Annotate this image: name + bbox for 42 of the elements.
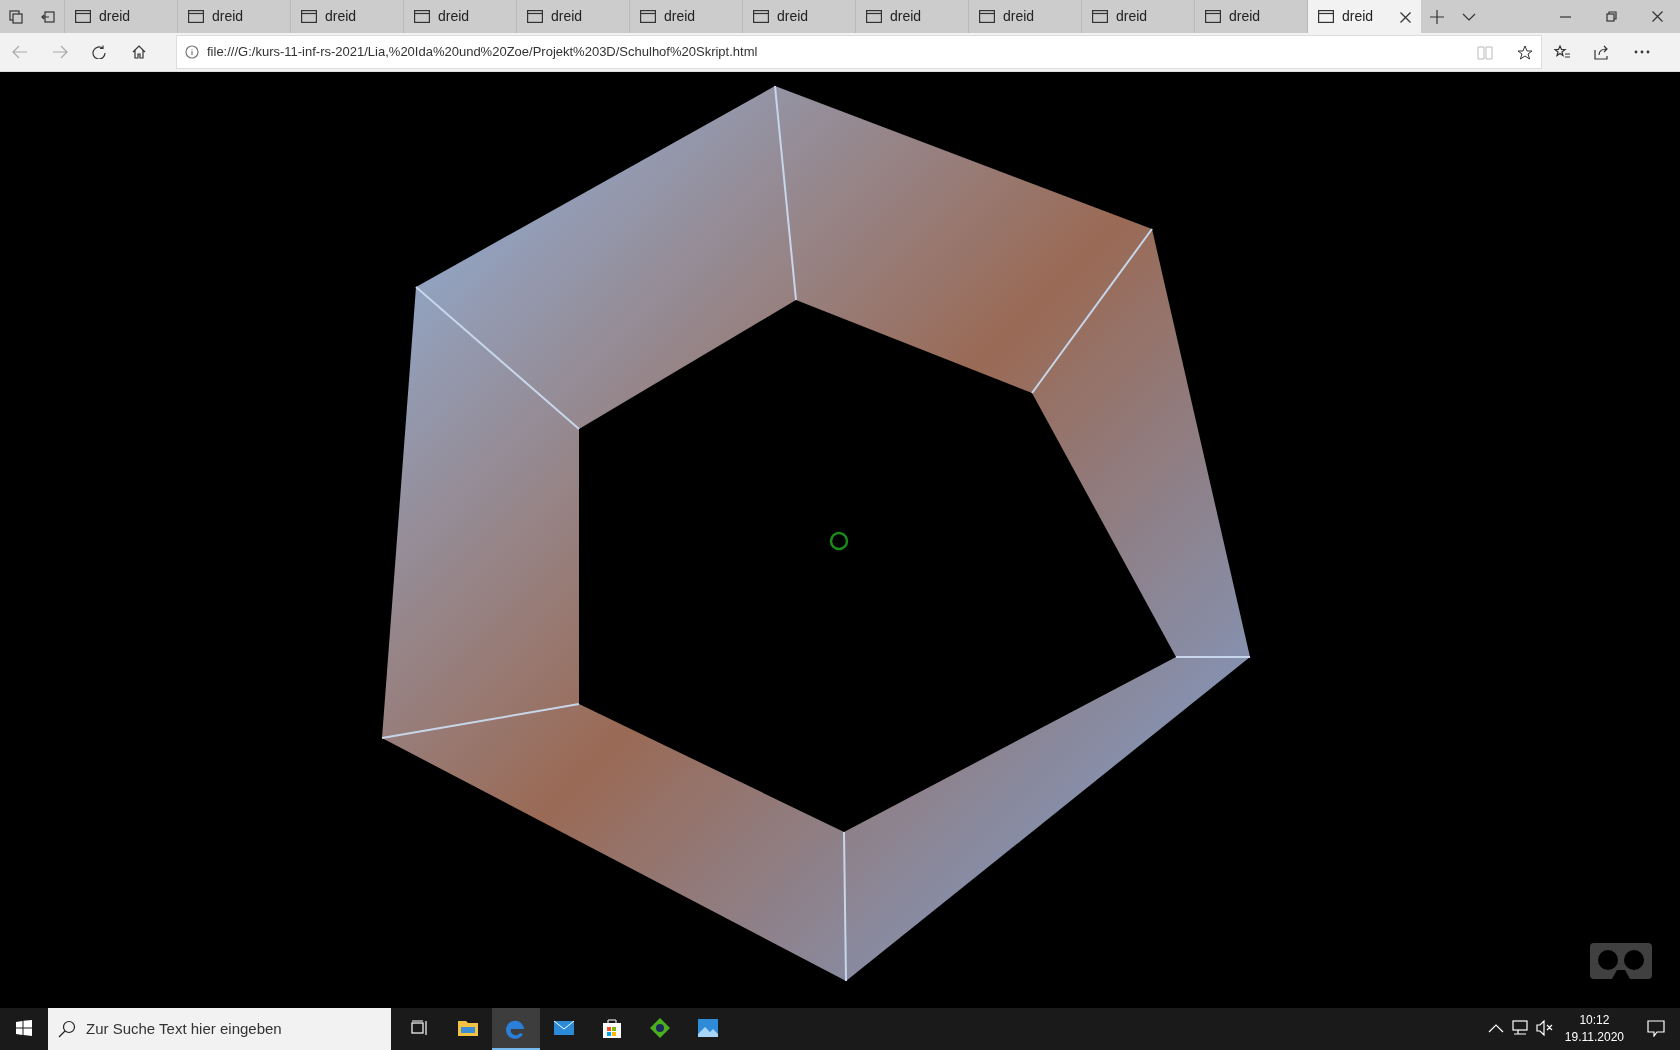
clock-time[interactable]: 10:12 xyxy=(1564,1012,1624,1029)
landscape-picture-icon xyxy=(697,1017,719,1039)
page-icon xyxy=(753,10,769,23)
page-icon xyxy=(866,10,882,23)
tabs-aside-icon xyxy=(41,10,55,23)
browser-tab[interactable]: dreid xyxy=(1307,0,1421,33)
plus-icon xyxy=(1430,9,1444,24)
page-icon xyxy=(979,10,995,23)
diamond-globe-icon xyxy=(649,1017,671,1039)
arrow-left-icon xyxy=(12,45,28,59)
star-list-icon xyxy=(1553,44,1571,60)
page-icon xyxy=(640,10,656,23)
crosshair-ring-icon xyxy=(829,531,849,551)
speech-bubble-icon xyxy=(1647,1019,1665,1037)
address-field[interactable]: file:///G:/kurs-11-inf-rs-2021/Lia,%20Ida%20und%20Zoe/Projekt%203D/Schulhof%20Skript.html xyxy=(176,35,1542,69)
clock-date[interactable]: 19.11.2020 xyxy=(1564,1029,1624,1046)
search-field[interactable]: Zur Suche Text hier eingeben xyxy=(48,1008,391,1050)
speaker-muted-icon xyxy=(1536,1020,1554,1036)
page-icon xyxy=(1092,10,1108,23)
arrow-right-icon xyxy=(52,45,68,59)
vr-headset-icon xyxy=(1590,943,1652,979)
home-icon xyxy=(132,45,148,59)
network-icon xyxy=(1512,1020,1530,1036)
stacked-windows-icon xyxy=(9,9,23,24)
chevron-down-icon xyxy=(1462,12,1476,21)
page-icon xyxy=(414,10,430,23)
chevron-up-icon xyxy=(1488,1023,1506,1033)
refresh-icon xyxy=(92,45,108,59)
windows-logo-icon xyxy=(16,1020,32,1036)
page-icon xyxy=(188,10,204,23)
page-icon xyxy=(1205,10,1221,23)
search-icon xyxy=(58,1020,76,1038)
share-icon xyxy=(1593,44,1611,60)
page-icon xyxy=(1318,10,1334,23)
info-icon xyxy=(185,45,199,59)
shopping-bag-icon xyxy=(601,1017,623,1039)
page-icon xyxy=(75,10,91,23)
restore-icon xyxy=(1605,11,1617,22)
page-icon xyxy=(527,10,543,23)
close-icon xyxy=(1651,11,1663,22)
task-view-icon xyxy=(411,1020,429,1036)
page-icon xyxy=(301,10,317,23)
